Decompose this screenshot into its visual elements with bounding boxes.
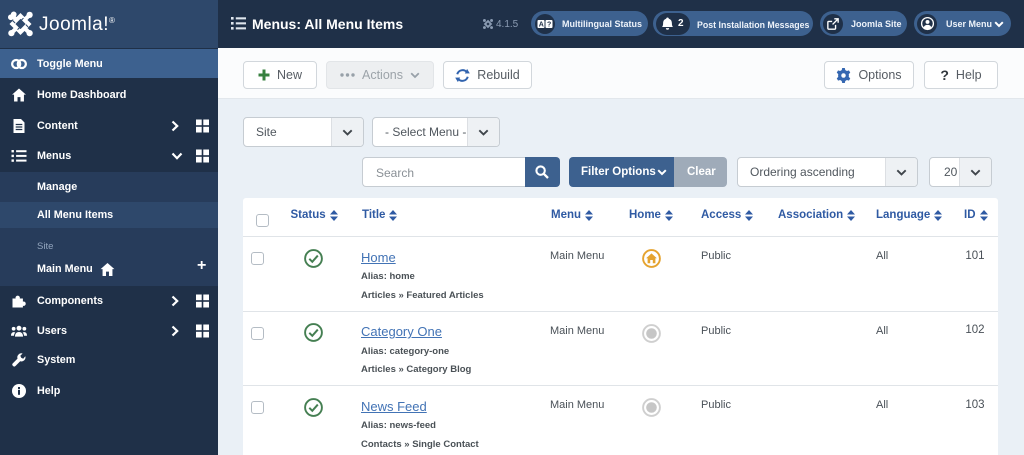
svg-text:?: ? bbox=[547, 21, 551, 27]
svg-text:A: A bbox=[539, 21, 544, 27]
